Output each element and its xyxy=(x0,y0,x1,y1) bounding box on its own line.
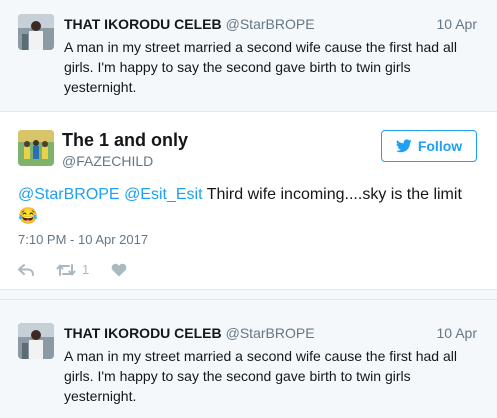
laughing-emoji: 😂 xyxy=(18,208,38,225)
reply-icon xyxy=(18,263,34,276)
bottom-tweet[interactable]: THAT IKORODU CELEB @StarBROPE 10 Apr A ma… xyxy=(0,300,497,418)
follow-button[interactable]: Follow xyxy=(381,130,477,162)
tweet-header: THAT IKORODU CELEB @StarBROPE xyxy=(64,16,477,32)
author-name[interactable]: THAT IKORODU CELEB xyxy=(64,16,222,32)
author-name[interactable]: THAT IKORODU CELEB xyxy=(64,325,222,341)
reply-button[interactable] xyxy=(18,263,34,277)
tweet-header: THAT IKORODU CELEB @StarBROPE xyxy=(64,325,477,341)
tweet-text-line: yesternight. xyxy=(64,388,137,404)
tweet-timestamp[interactable]: 7:10 PM - 10 Apr 2017 xyxy=(18,232,148,247)
tweet-text: @StarBROPE @Esit_Esit Third wife incomin… xyxy=(18,184,478,228)
author-handle[interactable]: @StarBROPE xyxy=(226,325,315,341)
retweet-count: 1 xyxy=(82,262,90,277)
top-tweet[interactable]: THAT IKORODU CELEB @StarBROPE 10 Apr A ma… xyxy=(0,0,497,112)
tweet-text-line: yesternight. xyxy=(64,79,137,95)
like-icon xyxy=(111,263,127,276)
twitter-bird-icon xyxy=(395,139,412,153)
mention-link[interactable]: @Esit_Esit xyxy=(124,186,202,203)
retweet-button[interactable]: 1 xyxy=(56,262,89,277)
author-handle[interactable]: @StarBROPE xyxy=(226,16,315,32)
divider xyxy=(0,290,497,300)
main-tweet: The 1 and only @FAZECHILD Follow @StarBR… xyxy=(0,112,497,290)
retweet-icon xyxy=(56,263,76,276)
avatar[interactable] xyxy=(18,323,54,359)
tweet-text: A man in my street married a second wife… xyxy=(64,346,484,406)
avatar[interactable] xyxy=(18,130,54,166)
mention-link[interactable]: @StarBROPE xyxy=(18,186,120,203)
follow-label: Follow xyxy=(417,138,463,154)
tweet-date[interactable]: 10 Apr xyxy=(437,325,477,341)
author-name[interactable]: The 1 and only xyxy=(62,130,188,151)
tweet-date[interactable]: 10 Apr xyxy=(437,16,477,32)
tweet-text-line: girls. I'm happy to say the second gave … xyxy=(64,368,411,384)
tweet-actions: 1 xyxy=(18,262,127,277)
tweet-text-line: A man in my street married a second wife… xyxy=(64,348,457,364)
tweet-body: Third wife incoming....sky is the limit xyxy=(206,186,462,203)
tweet-text: A man in my street married a second wife… xyxy=(64,37,484,97)
like-button[interactable] xyxy=(111,263,127,277)
tweet-text-line: girls. I'm happy to say the second gave … xyxy=(64,59,411,75)
tweet-text-line: A man in my street married a second wife… xyxy=(64,39,457,55)
avatar[interactable] xyxy=(18,14,54,50)
author-handle[interactable]: @FAZECHILD xyxy=(62,153,153,169)
